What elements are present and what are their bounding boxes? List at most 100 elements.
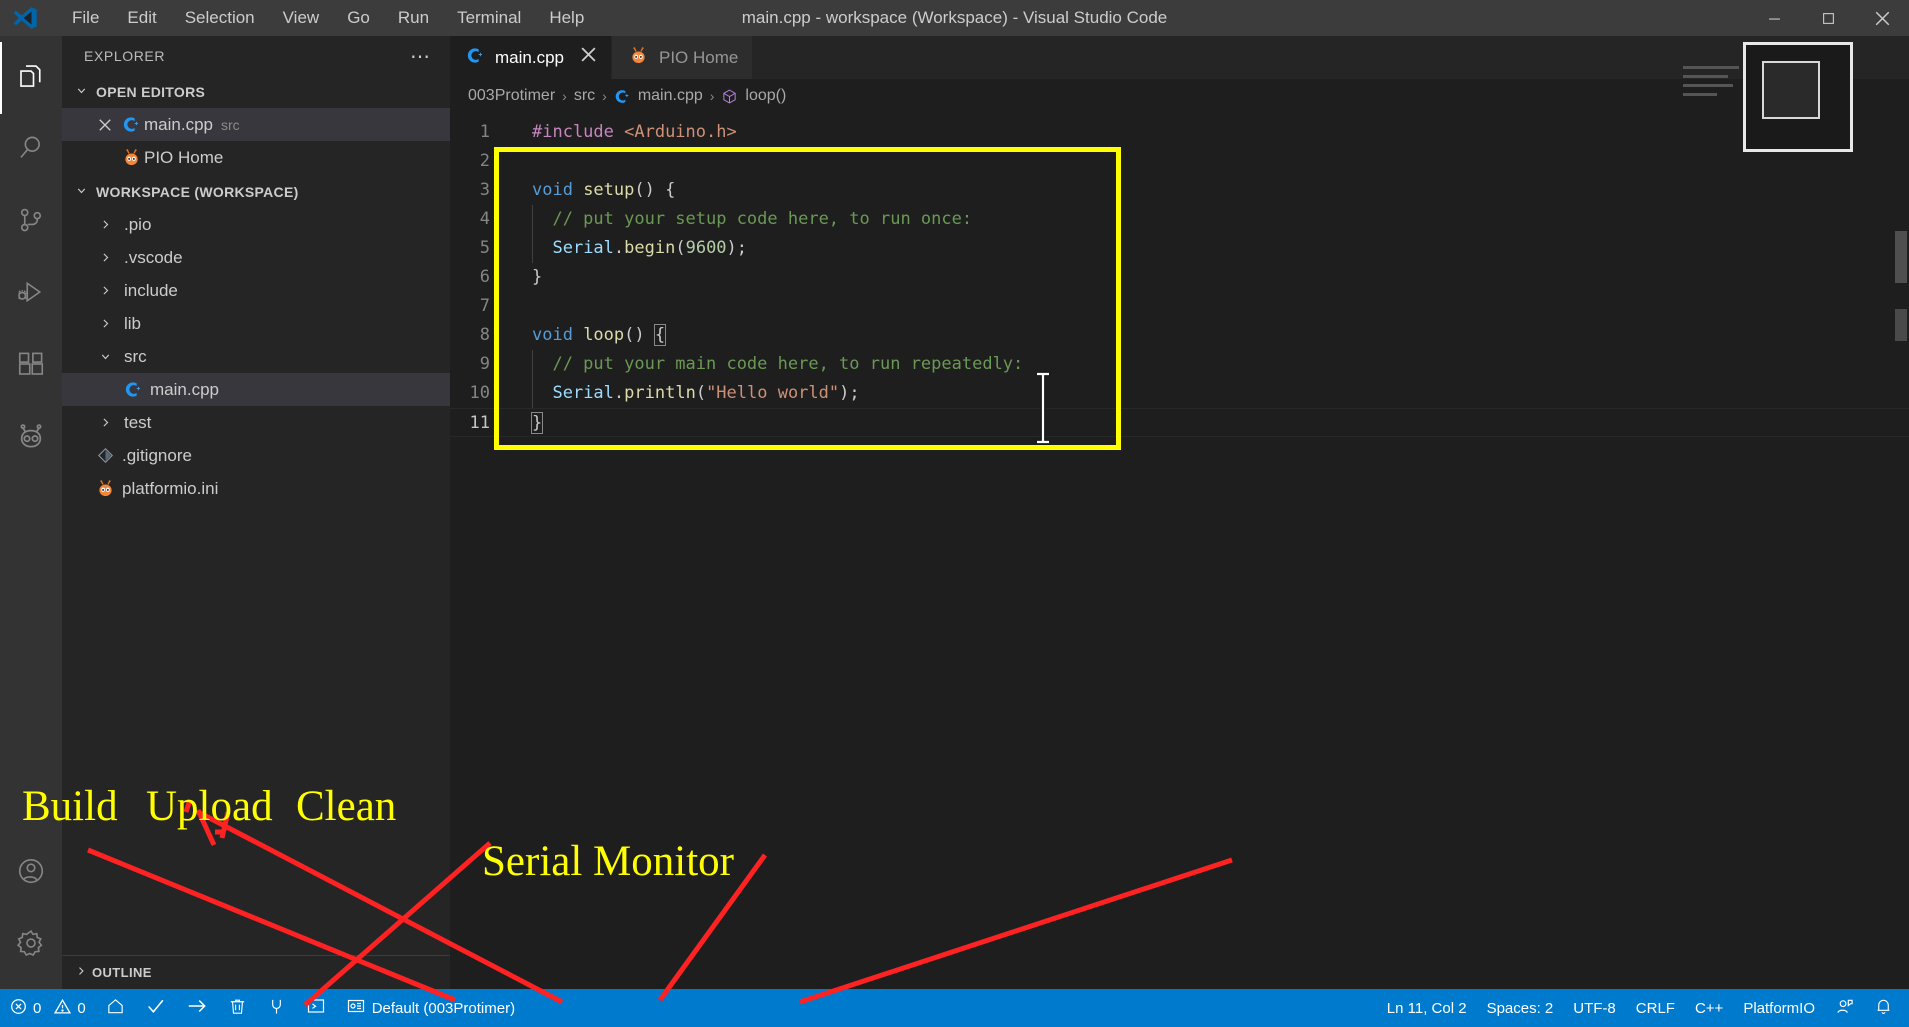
menu-item-go[interactable]: Go [333, 3, 384, 33]
tree-item-test[interactable]: test [62, 406, 450, 439]
code-line[interactable]: 11} [450, 408, 1909, 437]
maximize-icon[interactable] [1801, 0, 1855, 36]
open-editor-label: main.cpp [144, 114, 213, 134]
pio-serial-monitor-button[interactable] [257, 989, 296, 1027]
activity-bar [0, 36, 62, 989]
status-problems[interactable]: 0 0 [0, 989, 96, 1027]
code-token: 9600 [685, 238, 727, 258]
tree-item-pio[interactable]: .pio [62, 208, 450, 241]
status-eol[interactable]: CRLF [1626, 989, 1685, 1027]
code-line-text[interactable]: } [512, 263, 542, 292]
sidebar-item-explorer[interactable] [0, 42, 62, 114]
status-indentation[interactable]: Spaces: 2 [1477, 989, 1564, 1027]
code-token: // put your setup code here, to run once… [532, 209, 973, 229]
tree-item-label: .gitignore [122, 445, 192, 465]
menu-item-view[interactable]: View [269, 3, 334, 33]
accounts-button[interactable] [0, 837, 62, 909]
code-token: void [532, 325, 584, 345]
section-workspace[interactable]: WORKSPACE (WORKSPACE) [62, 176, 450, 208]
close-icon[interactable] [1855, 0, 1909, 36]
status-bar-right: Ln 11, Col 2 Spaces: 2 UTF-8 CRLF C++ Pl… [1377, 989, 1909, 1027]
section-open-editors[interactable]: OPEN EDITORS [62, 76, 450, 108]
sidebar-item-run-and-debug[interactable] [0, 258, 62, 330]
code-line-text[interactable]: Serial.println("Hello world"); [512, 379, 860, 408]
tree-item-platformio-ini[interactable]: platformio.ini [62, 472, 450, 505]
tab-label: PIO Home [658, 47, 739, 67]
pio-terminal-button[interactable] [296, 989, 336, 1027]
tree-item-label: lib [124, 313, 142, 333]
editor-vertical-scrollbar[interactable] [1893, 113, 1909, 989]
pio-build-button[interactable] [135, 989, 176, 1027]
tree-item-gitignore[interactable]: .gitignore [62, 439, 450, 472]
line-number: 10 [469, 383, 490, 403]
menu-item-selection[interactable]: Selection [171, 3, 269, 33]
tree-item-src[interactable]: src [62, 340, 450, 373]
ellipsis-icon[interactable]: ⋯ [410, 44, 432, 69]
chevron-down-icon [70, 184, 92, 200]
code-editor[interactable]: 1 #include <Arduino.h> 2 3 void setup() {4 /… [450, 113, 1909, 989]
menu-item-file[interactable]: File [58, 3, 113, 33]
menu-item-terminal[interactable]: Terminal [443, 3, 535, 33]
cpp-file-icon [118, 115, 144, 134]
status-encoding[interactable]: UTF-8 [1563, 989, 1626, 1027]
breadcrumb-item-file[interactable]: main.cpp [638, 87, 703, 105]
code-line[interactable]: 5 Serial.begin(9600); [450, 234, 1909, 263]
menu-item-edit[interactable]: Edit [113, 3, 170, 33]
status-platformio[interactable]: PlatformIO [1733, 989, 1825, 1027]
code-line-text[interactable]: // put your setup code here, to run once… [512, 205, 972, 234]
close-icon[interactable] [580, 46, 597, 69]
code-line[interactable]: 3 void setup() { [450, 176, 1909, 205]
status-cursor-position[interactable]: Ln 11, Col 2 [1377, 989, 1477, 1027]
sidebar-item-source-control[interactable] [0, 186, 62, 258]
code-token: <Arduino.h> [624, 122, 737, 142]
code-line[interactable]: 8 void loop() { [450, 321, 1909, 350]
pio-clean-button[interactable] [218, 989, 257, 1027]
code-line[interactable]: 7 [450, 292, 1909, 321]
status-language-mode[interactable]: C++ [1685, 989, 1733, 1027]
notifications-button[interactable] [1864, 989, 1903, 1027]
code-line-text[interactable]: void setup() { [512, 176, 675, 205]
code-content[interactable]: 1 #include <Arduino.h> 2 3 void setup() {4 /… [450, 113, 1909, 437]
open-editor-pio-home[interactable]: PIO Home [62, 141, 450, 174]
scrollbar-thumb[interactable] [1895, 231, 1907, 283]
code-line-text[interactable]: #include <Arduino.h> [512, 118, 737, 147]
code-line-text[interactable]: } [512, 409, 544, 436]
code-line-text[interactable]: Serial.begin(9600); [512, 234, 747, 263]
tree-item-vscode[interactable]: .vscode [62, 241, 450, 274]
breadcrumb-item-symbol[interactable]: loop() [745, 87, 786, 105]
code-line[interactable]: 2 [450, 147, 1909, 176]
close-icon[interactable] [92, 118, 118, 132]
tab-main-cpp[interactable]: main.cpp [450, 36, 612, 79]
manage-settings-button[interactable] [0, 909, 62, 981]
open-editor-main-cpp[interactable]: main.cpp src [62, 108, 450, 141]
feedback-icon [1835, 997, 1854, 1020]
code-line[interactable]: 6} [450, 263, 1909, 292]
pio-upload-button[interactable] [176, 989, 218, 1027]
code-line[interactable]: 10 Serial.println("Hello world"); [450, 379, 1909, 408]
code-line-text[interactable]: // put your main code here, to run repea… [512, 350, 1023, 379]
feedback-button[interactable] [1825, 989, 1864, 1027]
code-line-text[interactable]: void loop() { [512, 321, 667, 350]
section-outline[interactable]: OUTLINE [62, 955, 450, 989]
sidebar-item-search[interactable] [0, 114, 62, 186]
section-outline-label: OUTLINE [92, 965, 152, 980]
menu-item-run[interactable]: Run [384, 3, 443, 33]
tree-item-lib[interactable]: lib [62, 307, 450, 340]
breadcrumb-item-src[interactable]: src [574, 87, 595, 105]
tab-pio-home[interactable]: PIO Home [611, 36, 754, 79]
pio-home-button[interactable] [96, 989, 135, 1027]
scrollbar-thumb[interactable] [1895, 309, 1907, 341]
code-line-text[interactable] [512, 292, 532, 321]
sidebar-item-platformio[interactable] [0, 402, 62, 474]
code-token: ( [675, 238, 686, 258]
tree-item-main-cpp[interactable]: main.cpp [62, 373, 450, 406]
sidebar-item-extensions[interactable] [0, 330, 62, 402]
minimize-icon[interactable] [1747, 0, 1801, 36]
breadcrumb-item-project[interactable]: 003Protimer [468, 87, 555, 105]
code-line[interactable]: 9 // put your main code here, to run rep… [450, 350, 1909, 379]
tree-item-include[interactable]: include [62, 274, 450, 307]
menu-item-help[interactable]: Help [535, 3, 598, 33]
code-line[interactable]: 4 // put your setup code here, to run on… [450, 205, 1909, 234]
pio-project-env[interactable]: Default (003Protimer) [336, 989, 525, 1027]
code-line-text[interactable] [512, 147, 532, 176]
